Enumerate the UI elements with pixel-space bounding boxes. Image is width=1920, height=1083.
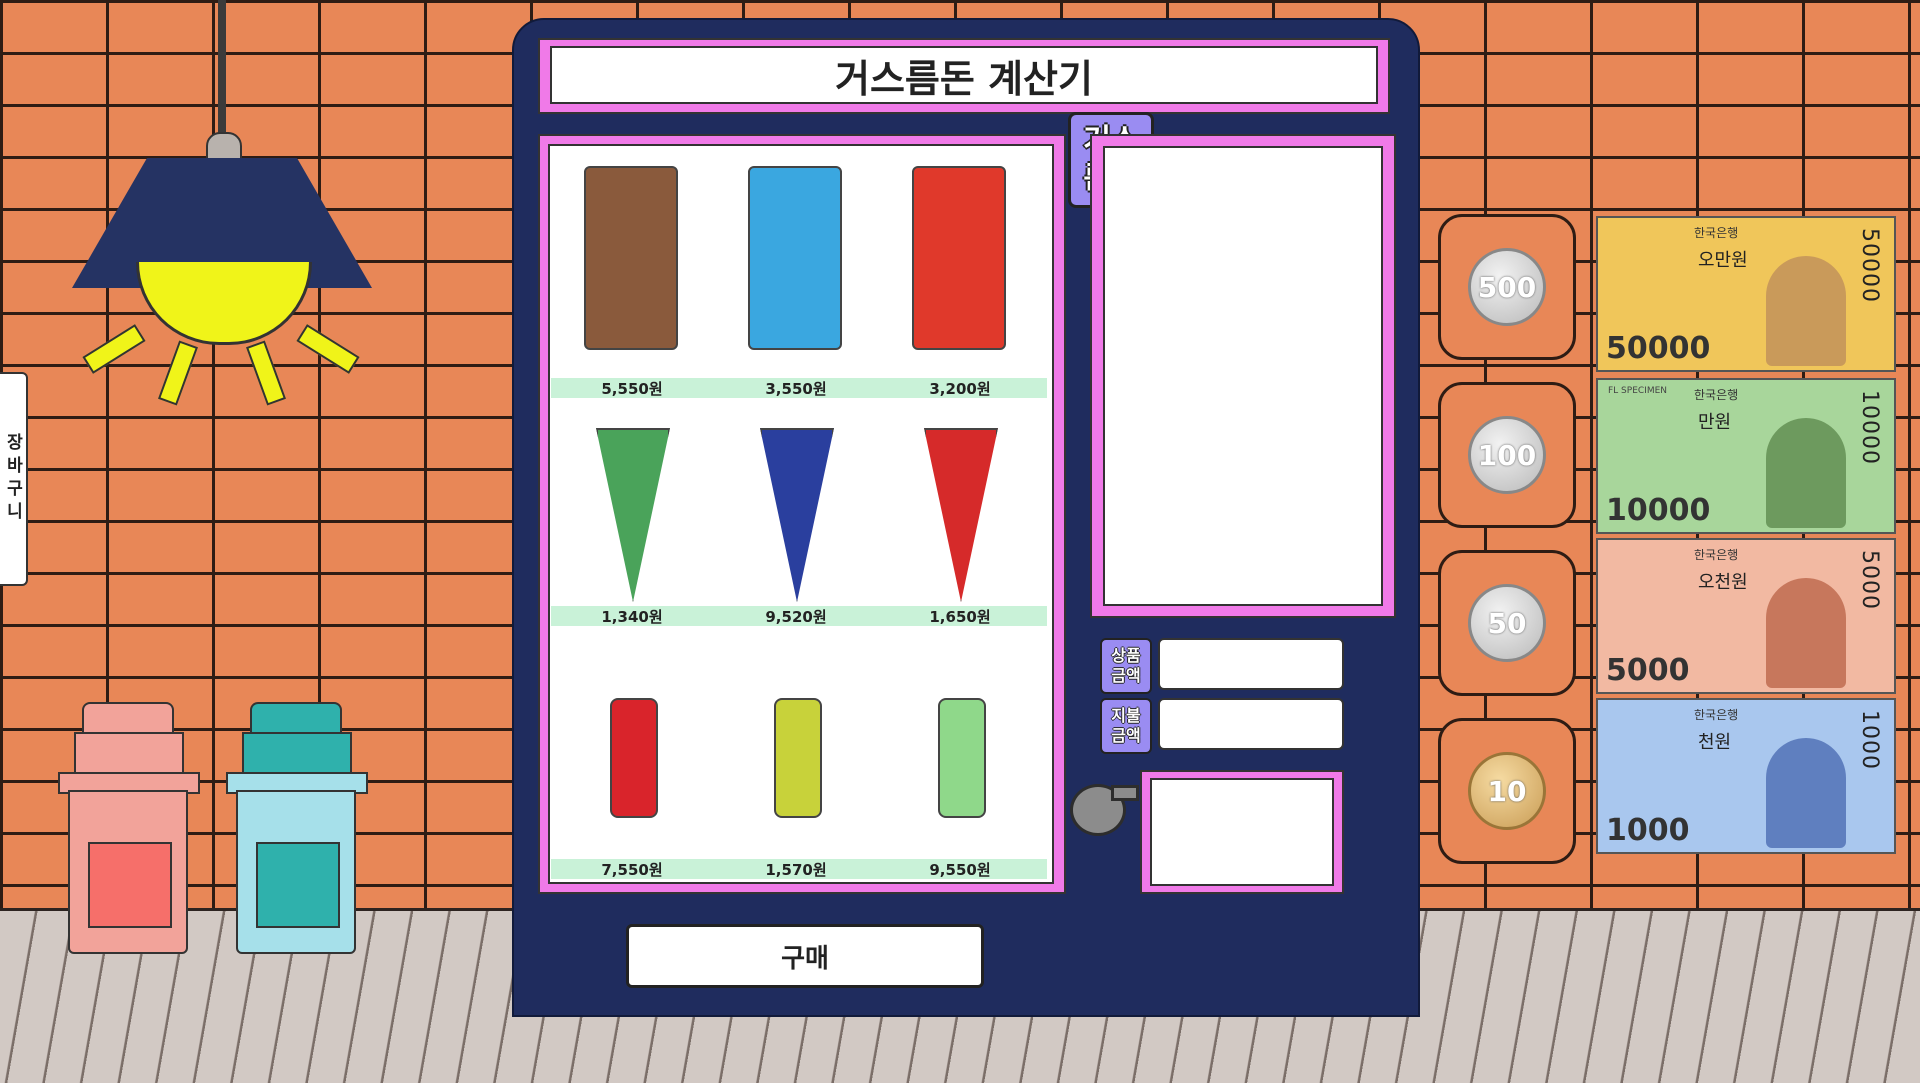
bill-value-vertical: 10000 [1857, 390, 1882, 465]
product-image[interactable] [924, 428, 998, 602]
product-slot[interactable] [552, 418, 712, 628]
product-image[interactable] [938, 698, 986, 818]
lamp-cord [218, 0, 226, 140]
bill-value-vertical: 5000 [1857, 550, 1882, 610]
product-amount-label: 상품 금액 [1100, 638, 1152, 694]
product-price: 7,550원 [601, 861, 663, 879]
coin-tile[interactable]: 50 [1438, 550, 1576, 696]
portrait-icon [1766, 418, 1846, 528]
paid-amount-field [1158, 698, 1344, 750]
product-price: 1,570원 [765, 861, 827, 879]
product-image[interactable] [748, 166, 842, 350]
bill-bank-name: 한국은행 [1694, 226, 1739, 240]
product-slot[interactable] [716, 166, 876, 376]
bill-bank-name: 한국은행 [1694, 388, 1739, 402]
product-price: 1,650원 [929, 608, 991, 626]
product-price: 3,550원 [765, 380, 827, 398]
product-price: 9,520원 [765, 608, 827, 626]
portrait-icon [1766, 256, 1846, 366]
trash-bin-red [58, 702, 200, 972]
product-image[interactable] [610, 698, 658, 818]
product-slot[interactable] [880, 166, 1040, 376]
portrait-icon [1766, 578, 1846, 688]
product-slot[interactable] [880, 418, 1040, 628]
product-price: 3,200원 [929, 380, 991, 398]
bill-value: 1000 [1606, 813, 1690, 848]
bill-50000[interactable]: 한국은행오만원 50000 50000 [1596, 216, 1896, 372]
basket-tab[interactable]: 장바구니 [0, 372, 28, 586]
bill-10000[interactable]: 한국은행만원 10000 10000 FL SPECIMEN [1596, 378, 1896, 534]
page-title: 거스름돈 계산기 [550, 46, 1378, 104]
bill-bank-name: 한국은행 [1694, 548, 1739, 562]
bill-specimen: FL SPECIMEN [1608, 386, 1668, 396]
product-price: 1,340원 [601, 608, 663, 626]
bill-value-vertical: 1000 [1857, 710, 1882, 770]
coin-100-icon[interactable]: 100 [1468, 416, 1546, 494]
bill-name: 만원 [1698, 412, 1732, 433]
basket-label: 장바구니 [2, 433, 23, 525]
bill-5000[interactable]: 한국은행오천원 5000 5000 [1596, 538, 1896, 694]
product-image[interactable] [584, 166, 678, 350]
product-amount-field [1158, 638, 1344, 690]
bill-bank-name: 한국은행 [1694, 708, 1739, 722]
product-price: 5,550원 [601, 380, 663, 398]
trash-bin-teal [226, 702, 368, 972]
bill-name: 오만원 [1698, 250, 1748, 271]
product-image[interactable] [774, 698, 822, 818]
coin-50-icon[interactable]: 50 [1468, 584, 1546, 662]
product-image[interactable] [760, 428, 834, 602]
product-image[interactable] [596, 428, 670, 602]
bill-value: 50000 [1606, 331, 1711, 366]
product-slot[interactable] [716, 418, 876, 628]
coin-tile[interactable]: 500 [1438, 214, 1576, 360]
change-display [1103, 146, 1383, 606]
coin-slot-icon[interactable] [1070, 784, 1139, 836]
bill-name: 오천원 [1698, 572, 1748, 593]
coin-10-icon[interactable]: 10 [1468, 752, 1546, 830]
paid-amount-label: 지불 금액 [1100, 698, 1152, 754]
product-price: 9,550원 [929, 861, 991, 879]
bill-value: 5000 [1606, 653, 1690, 688]
coin-tile[interactable]: 10 [1438, 718, 1576, 864]
product-image[interactable] [912, 166, 1006, 350]
return-tray[interactable] [1150, 778, 1334, 886]
coin-tile[interactable]: 100 [1438, 382, 1576, 528]
portrait-icon [1766, 738, 1846, 848]
bill-value-vertical: 50000 [1857, 228, 1882, 303]
bill-value: 10000 [1606, 493, 1711, 528]
buy-button[interactable]: 구매 [626, 924, 984, 988]
coin-500-icon[interactable]: 500 [1468, 248, 1546, 326]
product-slot[interactable] [552, 166, 712, 376]
bill-1000[interactable]: 한국은행천원 1000 1000 [1596, 698, 1896, 854]
bill-name: 천원 [1698, 732, 1732, 753]
